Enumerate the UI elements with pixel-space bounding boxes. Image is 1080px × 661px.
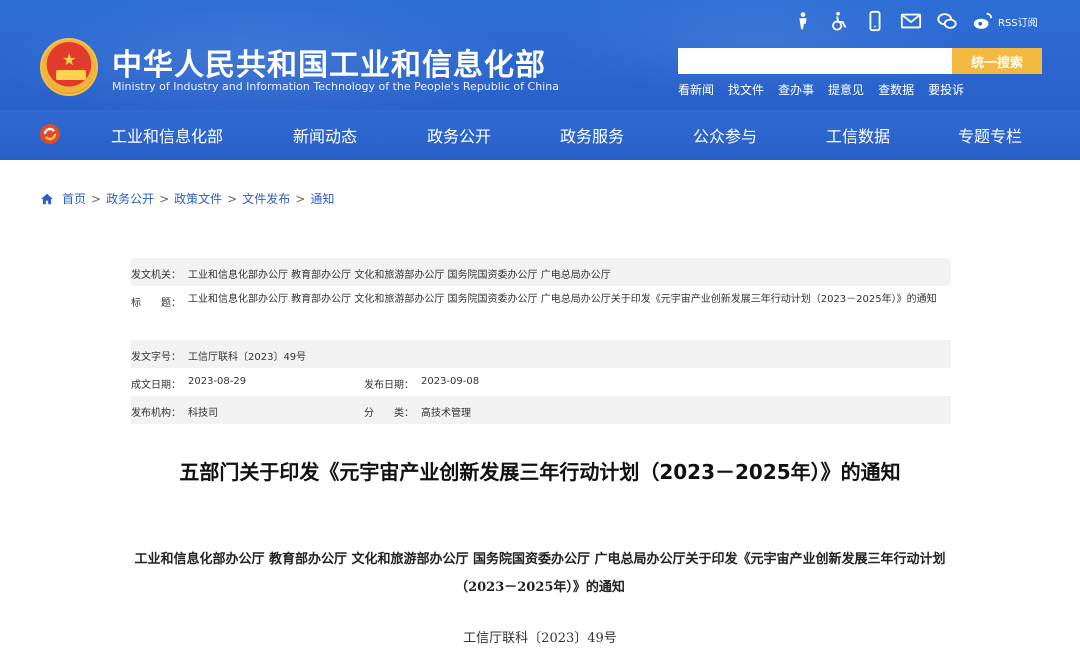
ministry-logo-icon[interactable] bbox=[38, 122, 62, 146]
breadcrumb-notice[interactable]: 通知 bbox=[310, 190, 334, 207]
breadcrumb-gov-affairs[interactable]: 政务公开 bbox=[106, 190, 154, 207]
quick-link-data[interactable]: 查数据 bbox=[878, 81, 914, 98]
elder-care-icon[interactable] bbox=[792, 10, 814, 32]
written-date-value: 2023-08-29 bbox=[188, 376, 247, 387]
rss-subscribe-link[interactable]: RSS订阅 bbox=[998, 14, 1038, 29]
breadcrumb-separator: > bbox=[159, 191, 170, 206]
nav-item-news[interactable]: 新闻动态 bbox=[293, 123, 357, 147]
utility-icons: RSS订阅 bbox=[792, 8, 1038, 34]
nav-item-gov-services[interactable]: 政务服务 bbox=[560, 123, 624, 147]
breadcrumb: 首页 > 政务公开 > 政策文件 > 文件发布 > 通知 bbox=[40, 190, 334, 207]
quick-link-news[interactable]: 看新闻 bbox=[678, 81, 714, 98]
weibo-icon[interactable] bbox=[972, 10, 994, 32]
search-input[interactable] bbox=[678, 48, 952, 74]
info-row-docno: 发文字号： 工信厅联科〔2023〕49号 bbox=[131, 340, 951, 368]
document-info-table: 发文机关： 工业和信息化部办公厅 教育部办公厅 文化和旅游部办公厅 国务院国资委… bbox=[131, 258, 951, 424]
home-icon bbox=[41, 193, 53, 204]
main-nav: 工业和信息化部 新闻动态 政务公开 政务服务 公众参与 工信数据 专题专栏 bbox=[0, 110, 1080, 160]
nav-item-public-participation[interactable]: 公众参与 bbox=[693, 123, 757, 147]
breadcrumb-separator: > bbox=[227, 191, 238, 206]
breadcrumb-file-release[interactable]: 文件发布 bbox=[242, 190, 290, 207]
document-number: 工信厅联科〔2023〕49号 bbox=[463, 631, 617, 646]
site-title: 中华人民共和国工业和信息化部 bbox=[112, 48, 546, 83]
issuer-value: 工业和信息化部办公厅 教育部办公厅 文化和旅游部办公厅 国务院国资委办公厅 广电… bbox=[188, 270, 611, 281]
accessibility-icon[interactable] bbox=[828, 10, 850, 32]
nav-item-ministry[interactable]: 工业和信息化部 bbox=[111, 123, 223, 147]
quick-link-complaint[interactable]: 要投诉 bbox=[928, 81, 964, 98]
written-date-label: 成文日期： bbox=[131, 380, 181, 391]
docno-label: 发文字号： bbox=[131, 352, 181, 363]
quick-link-services[interactable]: 查办事 bbox=[778, 81, 814, 98]
published-date-label: 发布日期： bbox=[364, 380, 414, 391]
wechat-icon[interactable] bbox=[936, 10, 958, 32]
breadcrumb-policy-files[interactable]: 政策文件 bbox=[174, 190, 222, 207]
info-row-org: 发布机构： 科技司 分 类： 高技术管理 bbox=[131, 396, 951, 424]
issuer-label: 发文机关： bbox=[131, 270, 181, 281]
site-header: ★ 中华人民共和国工业和信息化部 Ministry of Industry an… bbox=[0, 0, 1080, 160]
org-value: 科技司 bbox=[188, 408, 218, 419]
quick-link-files[interactable]: 找文件 bbox=[728, 81, 764, 98]
site-subtitle: Ministry of Industry and Information Tec… bbox=[112, 80, 559, 93]
nav-item-topics[interactable]: 专题专栏 bbox=[958, 123, 1022, 147]
docno-value: 工信厅联科〔2023〕49号 bbox=[188, 352, 307, 363]
info-row-title: 标 题： 工业和信息化部办公厅 教育部办公厅 文化和旅游部办公厅 国务院国资委办… bbox=[131, 286, 951, 340]
document-heading: 工业和信息化部办公厅 教育部办公厅 文化和旅游部办公厅 国务院国资委办公厅 广电… bbox=[134, 552, 946, 595]
breadcrumb-home[interactable]: 首页 bbox=[62, 190, 86, 207]
category-value: 高技术管理 bbox=[421, 408, 471, 419]
unified-search-button[interactable]: 统一搜索 bbox=[952, 48, 1042, 74]
breadcrumb-separator: > bbox=[91, 191, 102, 206]
nav-item-gov-affairs[interactable]: 政务公开 bbox=[427, 123, 491, 147]
breadcrumb-separator: > bbox=[295, 191, 306, 206]
national-emblem-icon: ★ bbox=[40, 38, 98, 96]
info-row-dates: 成文日期： 2023-08-29 发布日期： 2023-09-08 bbox=[131, 368, 951, 396]
quick-links: 看新闻 找文件 查办事 提意见 查数据 要投诉 bbox=[678, 81, 964, 98]
org-label: 发布机构： bbox=[131, 408, 181, 419]
category-label: 分 类： bbox=[364, 408, 414, 419]
quick-link-feedback[interactable]: 提意见 bbox=[828, 81, 864, 98]
title-label: 标 题： bbox=[131, 298, 181, 309]
nav-item-data[interactable]: 工信数据 bbox=[826, 123, 890, 147]
title-value: 工业和信息化部办公厅 教育部办公厅 文化和旅游部办公厅 国务院国资委办公厅 广电… bbox=[188, 294, 937, 305]
mobile-icon[interactable] bbox=[864, 10, 886, 32]
document-title: 五部门关于印发《元宇宙产业创新发展三年行动计划（2023－2025年）》的通知 bbox=[179, 460, 901, 484]
published-date-value: 2023-09-08 bbox=[421, 376, 480, 387]
info-row-issuer: 发文机关： 工业和信息化部办公厅 教育部办公厅 文化和旅游部办公厅 国务院国资委… bbox=[131, 258, 951, 286]
mail-icon[interactable] bbox=[900, 10, 922, 32]
